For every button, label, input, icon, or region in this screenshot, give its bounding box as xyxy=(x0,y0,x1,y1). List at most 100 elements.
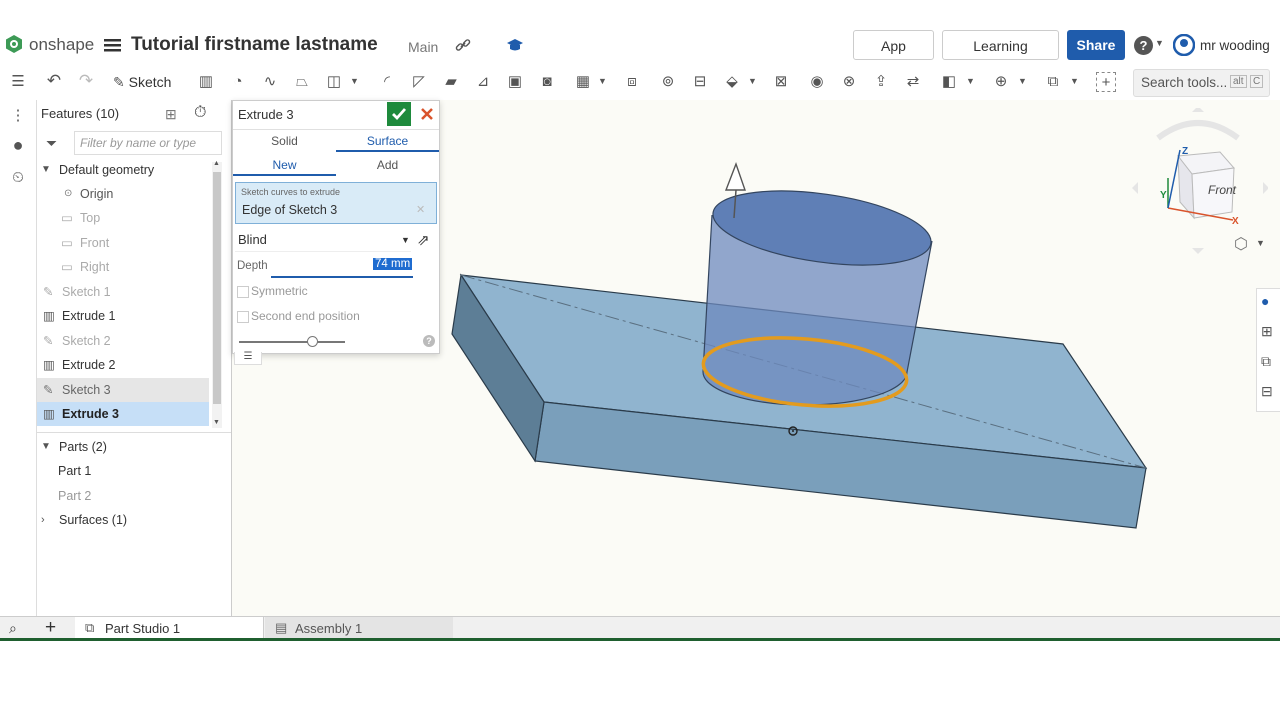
flip-direction-icon[interactable]: ⇗ xyxy=(417,231,430,249)
sketch-button[interactable]: ✎ Sketch xyxy=(113,71,171,93)
surfaces-folder[interactable]: › Surfaces (1) xyxy=(37,508,209,532)
chevron-down-icon[interactable]: ▼ xyxy=(350,76,359,86)
transform-icon[interactable]: ⬙ xyxy=(721,70,743,92)
feature-extrude-3[interactable]: ▥ Extrude 3 xyxy=(37,402,209,426)
shell-icon[interactable]: ▣ xyxy=(504,70,526,92)
feature-origin[interactable]: ⊙ Origin xyxy=(37,182,209,206)
search-tools-input[interactable]: Search tools... alt C xyxy=(1133,69,1270,97)
share-button[interactable]: Share xyxy=(1067,30,1125,60)
configurations-icon[interactable]: ⋮ xyxy=(7,104,29,126)
menu-icon[interactable] xyxy=(104,37,122,53)
chamfer-icon[interactable]: ◸ xyxy=(408,70,430,92)
symmetric-checkbox[interactable] xyxy=(237,286,249,298)
mate-connector-icon[interactable]: ⊕ xyxy=(990,70,1012,92)
chevron-right-icon[interactable]: › xyxy=(41,508,45,532)
end-type-select[interactable]: Blind ▼ xyxy=(235,229,411,252)
part-item[interactable]: Part 2 xyxy=(37,484,209,508)
feature-front-plane[interactable]: ▭ Front xyxy=(37,231,209,255)
draft-icon[interactable]: ▰ xyxy=(440,70,462,92)
chevron-down-icon[interactable]: ▼ xyxy=(41,435,51,459)
tab-part-studio[interactable]: ⧉ Part Studio 1 xyxy=(75,617,264,639)
hole-icon[interactable]: ◙ xyxy=(536,70,558,92)
filter-icon[interactable]: ⏷ xyxy=(46,135,57,152)
view-options-cube-icon[interactable]: ⬡ xyxy=(1234,234,1248,254)
learning-cap-icon[interactable] xyxy=(506,37,524,53)
tab-new[interactable]: New xyxy=(233,154,336,176)
chevron-down-icon[interactable]: ▼ xyxy=(41,158,51,182)
feature-filter-input[interactable]: Filter by name or type xyxy=(74,131,222,155)
depth-input[interactable]: 74 mm xyxy=(271,256,413,278)
rib-icon[interactable]: ⊿ xyxy=(472,70,494,92)
feature-sketch-1[interactable]: ✎ Sketch 1 xyxy=(37,280,209,304)
replace-face-icon[interactable]: ⇄ xyxy=(902,70,924,92)
extrude-icon[interactable]: ▥ xyxy=(195,70,217,92)
sweep-icon[interactable]: ∿ xyxy=(259,70,281,92)
rollback-timer-icon[interactable]: ⏱ xyxy=(194,104,206,122)
feature-sketch-3[interactable]: ✎ Sketch 3 xyxy=(37,378,209,402)
parts-folder[interactable]: ▼ Parts (2) xyxy=(37,435,209,459)
plane-icon[interactable]: ◧ xyxy=(938,70,960,92)
comments-icon[interactable]: ● xyxy=(7,134,29,156)
variables-icon[interactable]: ⧉ xyxy=(1261,353,1271,370)
onshape-logo-icon[interactable] xyxy=(4,34,24,54)
preview-slider[interactable] xyxy=(239,336,345,347)
feature-extrude-1[interactable]: ▥ Extrude 1 xyxy=(37,304,209,328)
revolve-icon[interactable]: ◔ xyxy=(227,70,249,92)
learning-center-button[interactable]: Learning Center xyxy=(942,30,1059,84)
scrollbar-thumb[interactable] xyxy=(213,172,221,404)
undo-icon[interactable]: ↶ xyxy=(43,70,65,92)
view-options-chevron-down-icon[interactable]: ▼ xyxy=(1256,238,1265,248)
add-custom-feature-icon[interactable]: + xyxy=(1096,72,1116,92)
app-store-button[interactable]: App Store xyxy=(853,30,934,84)
add-tab-icon[interactable]: + xyxy=(45,617,56,639)
cancel-x-icon[interactable] xyxy=(417,102,437,126)
boolean-icon[interactable]: ⊚ xyxy=(657,70,679,92)
link-icon[interactable] xyxy=(455,37,471,53)
delete-face-icon[interactable]: ⊗ xyxy=(838,70,860,92)
tab-assembly[interactable]: ▤ Assembly 1 xyxy=(265,617,453,639)
redo-icon[interactable]: ↷ xyxy=(75,70,97,92)
clear-selection-icon[interactable]: ✕ xyxy=(416,203,425,216)
history-icon[interactable]: ⏲ xyxy=(7,166,29,188)
chevron-down-icon[interactable]: ▼ xyxy=(966,76,975,86)
user-avatar-icon[interactable] xyxy=(1172,33,1196,57)
loft-icon[interactable]: ⏢ xyxy=(291,70,313,92)
help-icon[interactable]: ? xyxy=(1134,36,1153,55)
thicken-icon[interactable]: ◫ xyxy=(323,70,345,92)
tab-solid[interactable]: Solid xyxy=(233,130,336,152)
part-item[interactable]: Part 1 xyxy=(37,459,209,483)
feature-sketch-2[interactable]: ✎ Sketch 2 xyxy=(37,329,209,353)
help-icon[interactable]: ? xyxy=(423,335,435,347)
selection-field[interactable]: Sketch curves to extrude Edge of Sketch … xyxy=(235,182,437,224)
mirror-icon[interactable]: ⧈ xyxy=(621,70,643,92)
chevron-down-icon[interactable]: ▼ xyxy=(1070,76,1079,86)
confirm-check-icon[interactable] xyxy=(387,102,411,126)
mass-properties-icon[interactable]: ⊞ xyxy=(1261,323,1273,340)
chevron-down-icon[interactable]: ▼ xyxy=(748,76,757,86)
tab-manager-icon[interactable]: ⌕ xyxy=(9,620,17,637)
scroll-down-icon[interactable]: ▼ xyxy=(213,419,220,426)
move-face-icon[interactable]: ⇪ xyxy=(870,70,892,92)
chevron-down-icon[interactable]: ▼ xyxy=(1018,76,1027,86)
scroll-up-icon[interactable]: ▲ xyxy=(213,160,220,167)
slider-thumb[interactable] xyxy=(307,336,318,347)
delete-part-icon[interactable]: ⊠ xyxy=(770,70,792,92)
collapse-dialog-icon[interactable]: ☰ xyxy=(234,352,262,365)
appearance-icon[interactable]: ● xyxy=(1261,293,1269,309)
feature-extrude-2[interactable]: ▥ Extrude 2 xyxy=(37,353,209,377)
feature-right-plane[interactable]: ▭ Right xyxy=(37,255,209,279)
branch-label[interactable]: Main xyxy=(408,39,438,55)
feature-list-scrollbar[interactable]: ▲ ▼ xyxy=(212,160,222,428)
document-title[interactable]: Tutorial firstname lastname xyxy=(131,34,378,56)
split-icon[interactable]: ⊟ xyxy=(689,70,711,92)
new-folder-icon[interactable]: ⊞ xyxy=(165,106,177,123)
fillet-icon[interactable]: ◜ xyxy=(376,70,398,92)
chevron-down-icon[interactable]: ▼ xyxy=(598,76,607,86)
second-end-checkbox[interactable] xyxy=(237,311,249,323)
tab-add[interactable]: Add xyxy=(336,154,439,176)
default-geometry-folder[interactable]: ▼ Default geometry xyxy=(37,158,209,182)
tab-surface[interactable]: Surface xyxy=(336,130,439,152)
onshape-logo-text[interactable]: onshape xyxy=(29,35,94,55)
help-chevron-down-icon[interactable]: ▼ xyxy=(1155,38,1164,48)
feature-list-icon[interactable]: ☰ xyxy=(7,70,29,92)
